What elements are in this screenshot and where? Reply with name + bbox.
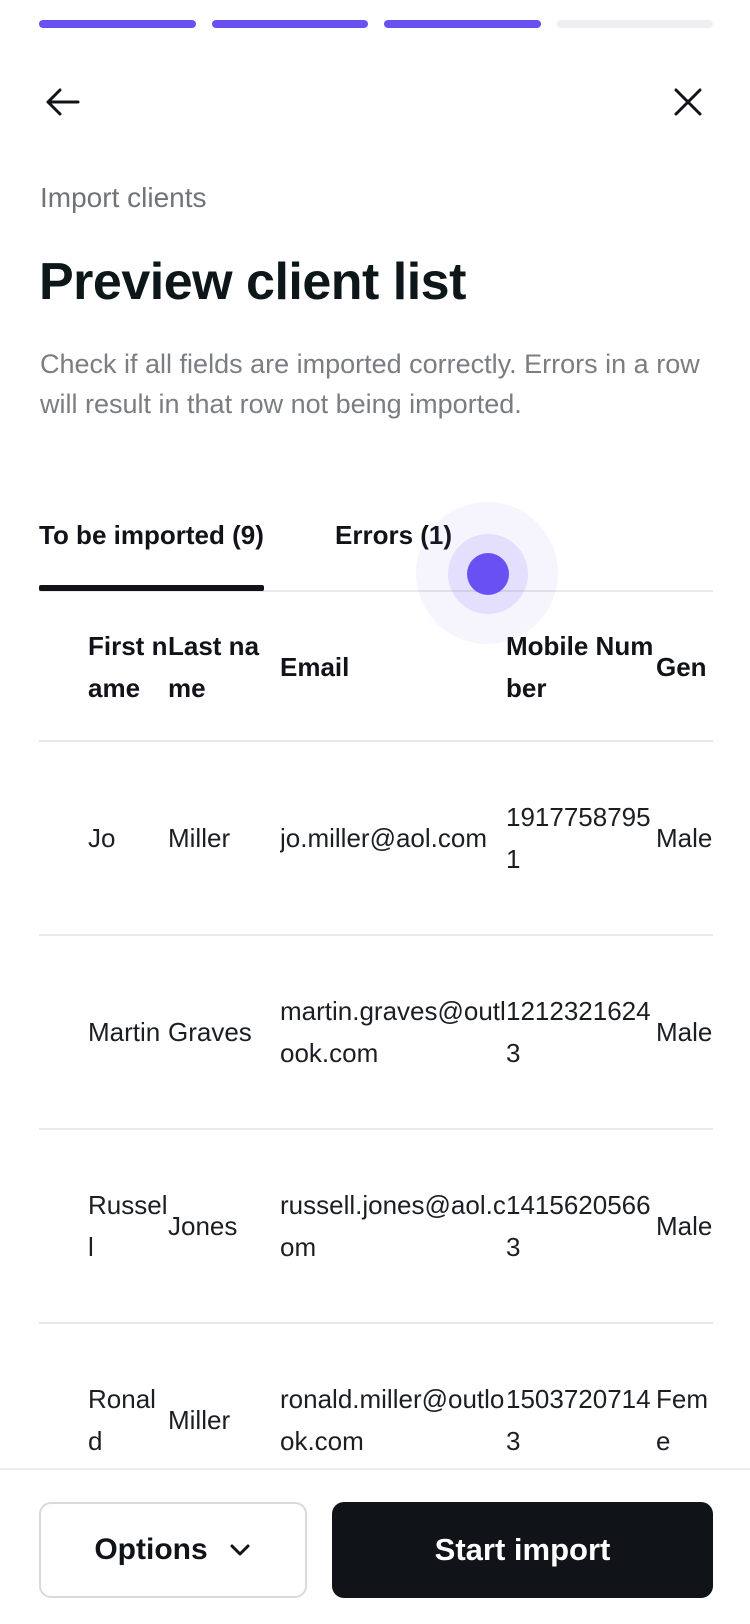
footer-action-bar: Options Start import [0,1468,750,1624]
table-header-row: First name Last name Email Mobile Number… [39,594,713,742]
column-header-email: Email [280,652,350,682]
page-title: Preview client list [39,253,466,311]
column-header-last-name: Last name [168,631,260,703]
cell-first-name: Martin [88,1017,161,1047]
chevron-down-icon [230,1544,250,1556]
step-progress-bar [39,20,713,28]
tab-to-be-imported[interactable]: To be imported (9) [39,520,264,591]
progress-step-4 [556,20,713,28]
touch-indicator-dot [467,553,509,595]
table-row: Russell Jones russell.jones@aol.com 1415… [39,1130,713,1324]
cell-mobile: 19177587951 [506,802,651,874]
column-header-gender: Gen [656,652,707,682]
start-import-label: Start import [434,1532,611,1567]
tab-bar: To be imported (9) Errors (1) [39,520,713,592]
back-button[interactable] [38,78,86,126]
cell-gender: Male [656,823,713,853]
cell-last-name: Graves [168,1017,252,1047]
column-header-mobile: Mobile Number [506,631,654,703]
start-import-button[interactable]: Start import [332,1502,713,1598]
table-row: Ronald Miller ronald.miller@outlook.com … [39,1324,713,1470]
options-button-label: Options [94,1533,208,1566]
cell-gender: Feme [656,1384,708,1456]
cell-mobile: 15037207143 [506,1384,651,1456]
cell-email: russell.jones@aol.com [280,1190,506,1262]
cell-gender: Male [656,1211,713,1241]
table-row: Jo Miller jo.miller@aol.com 19177587951 … [39,742,713,936]
close-button[interactable] [664,78,712,126]
page-description: Check if all fields are imported correct… [40,349,700,419]
progress-step-1 [39,20,196,28]
cell-email: ronald.miller@outlook.com [280,1384,505,1456]
cell-email: jo.miller@aol.com [280,823,487,853]
cell-last-name: Miller [168,1405,231,1435]
cell-mobile: 12123216243 [506,996,651,1068]
options-button[interactable]: Options [39,1502,307,1598]
cell-last-name: Jones [168,1211,238,1241]
cell-gender: Male [656,1017,713,1047]
progress-step-2 [211,20,368,28]
cell-last-name: Miller [168,823,231,853]
cell-first-name: Jo [88,823,116,853]
cell-email: martin.graves@outlook.com [280,996,506,1068]
table-row: Martin Graves martin.graves@outlook.com … [39,936,713,1130]
flow-subtitle: Import clients [40,182,207,213]
column-header-first-name: First name [88,631,168,703]
cell-mobile: 14156205663 [506,1190,651,1262]
close-icon [674,88,702,116]
cell-first-name: Russell [88,1190,168,1262]
arrow-left-icon [46,88,80,116]
client-preview-table[interactable]: First name Last name Email Mobile Number… [39,594,713,1470]
cell-first-name: Ronald [88,1384,156,1456]
progress-step-3 [384,20,541,28]
